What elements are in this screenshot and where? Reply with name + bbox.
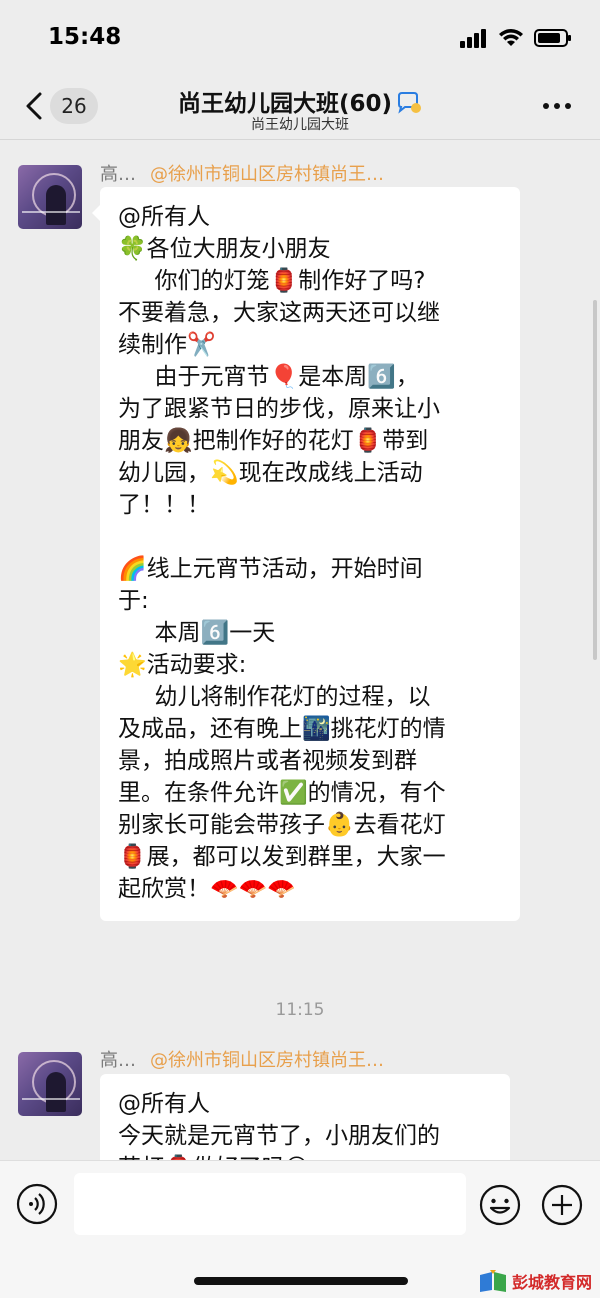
message-line: @所有人 xyxy=(118,1091,210,1117)
message-line: 景，拍成照片或者视频发到群 xyxy=(118,748,417,774)
message-line: 为了跟紧节日的步伐，原来让小 xyxy=(118,396,440,422)
message-line: 🍀各位大朋友小朋友 xyxy=(118,236,331,262)
message-input[interactable] xyxy=(74,1173,466,1235)
message-line: 🌟活动要求: xyxy=(118,652,247,678)
home-indicator[interactable] xyxy=(194,1277,408,1285)
message-line xyxy=(118,521,502,553)
message-timestamp: 11:15 xyxy=(275,1000,325,1020)
sender-avatar[interactable] xyxy=(18,165,82,229)
message-line: 今天就是元宵节了，小朋友们的 xyxy=(118,1123,440,1149)
sender-line: 高… @徐州市铜山区房村镇尚王… xyxy=(100,160,384,186)
wifi-icon xyxy=(499,29,523,46)
message-line: 幼儿园，💫现在改成线上活动 xyxy=(118,460,423,486)
message-line: 续制作✂️ xyxy=(118,332,216,358)
chat-title-row[interactable]: 尚王幼儿园大班(60) xyxy=(0,84,600,118)
message-line: 不要着急，大家这两天还可以继 xyxy=(118,300,440,326)
message-line: 于: xyxy=(118,588,149,614)
message-bubble[interactable]: @所有人 🍀各位大朋友小朋友 你们的灯笼🏮制作好了吗? 不要着急，大家这两天还可以继… xyxy=(92,187,520,921)
sender-group-nickname: @徐州市铜山区房村镇尚王… xyxy=(150,1050,384,1071)
message-bubble[interactable]: @所有人今天就是元宵节了，小朋友们的花灯🏮做好了吗😊 xyxy=(100,1074,510,1174)
message-line: @所有人 xyxy=(118,204,210,230)
emoji-icon[interactable] xyxy=(478,1183,522,1227)
message-line: 里。在条件允许✅的情况，有个 xyxy=(118,780,446,806)
message-line: 朋友👧把制作好的花灯🏮带到 xyxy=(118,428,429,454)
battery-icon xyxy=(534,29,571,47)
message-line: 🌈线上元宵节活动，开始时间 xyxy=(118,556,423,582)
watermark-text: 彭城教育网 xyxy=(511,1273,592,1292)
message-line: 起欣赏！🪭🪭🪭 xyxy=(118,876,296,902)
nav-bar: 26 尚王幼儿园大班(60) 尚王幼儿园大班 xyxy=(0,76,600,140)
scrollbar[interactable] xyxy=(593,300,597,660)
sender-avatar[interactable] xyxy=(18,1052,82,1116)
message-line: 别家长可能会带孩子👶去看花灯 xyxy=(118,812,446,838)
message-line: 你们的灯笼🏮制作好了吗? xyxy=(118,268,426,294)
message-line: 🏮展，都可以发到群里，大家一 xyxy=(118,844,446,870)
sender-name: 高… xyxy=(100,1050,136,1071)
message-line: 及成品，还有晚上🌃挑花灯的情 xyxy=(118,716,446,742)
message-line: 幼儿将制作花灯的过程，以 xyxy=(118,684,431,710)
message-line: 本周6️⃣一天 xyxy=(118,620,276,646)
status-time: 15:48 xyxy=(48,24,122,50)
signal-icon xyxy=(460,29,486,48)
more-icon[interactable] xyxy=(542,102,572,110)
plus-icon[interactable] xyxy=(540,1183,584,1227)
group-chat-icon xyxy=(398,92,422,114)
message-line: 了！！！ xyxy=(118,492,210,518)
watermark: 彭城教育网 xyxy=(478,1269,592,1293)
input-bar: 彭城教育网 xyxy=(0,1160,600,1298)
voice-icon[interactable] xyxy=(16,1183,58,1225)
sender-name: 高… xyxy=(100,164,136,185)
message-line: 由于元宵节🎈是本周6️⃣， xyxy=(118,364,419,390)
sender-group-nickname: @徐州市铜山区房村镇尚王… xyxy=(150,164,384,185)
status-bar: 15:48 xyxy=(0,0,600,76)
status-icons xyxy=(460,27,572,49)
sender-line: 高… @徐州市铜山区房村镇尚王… xyxy=(100,1046,384,1072)
chat-subtitle: 尚王幼儿园大班 xyxy=(251,117,349,133)
book-logo-icon xyxy=(479,1270,506,1292)
